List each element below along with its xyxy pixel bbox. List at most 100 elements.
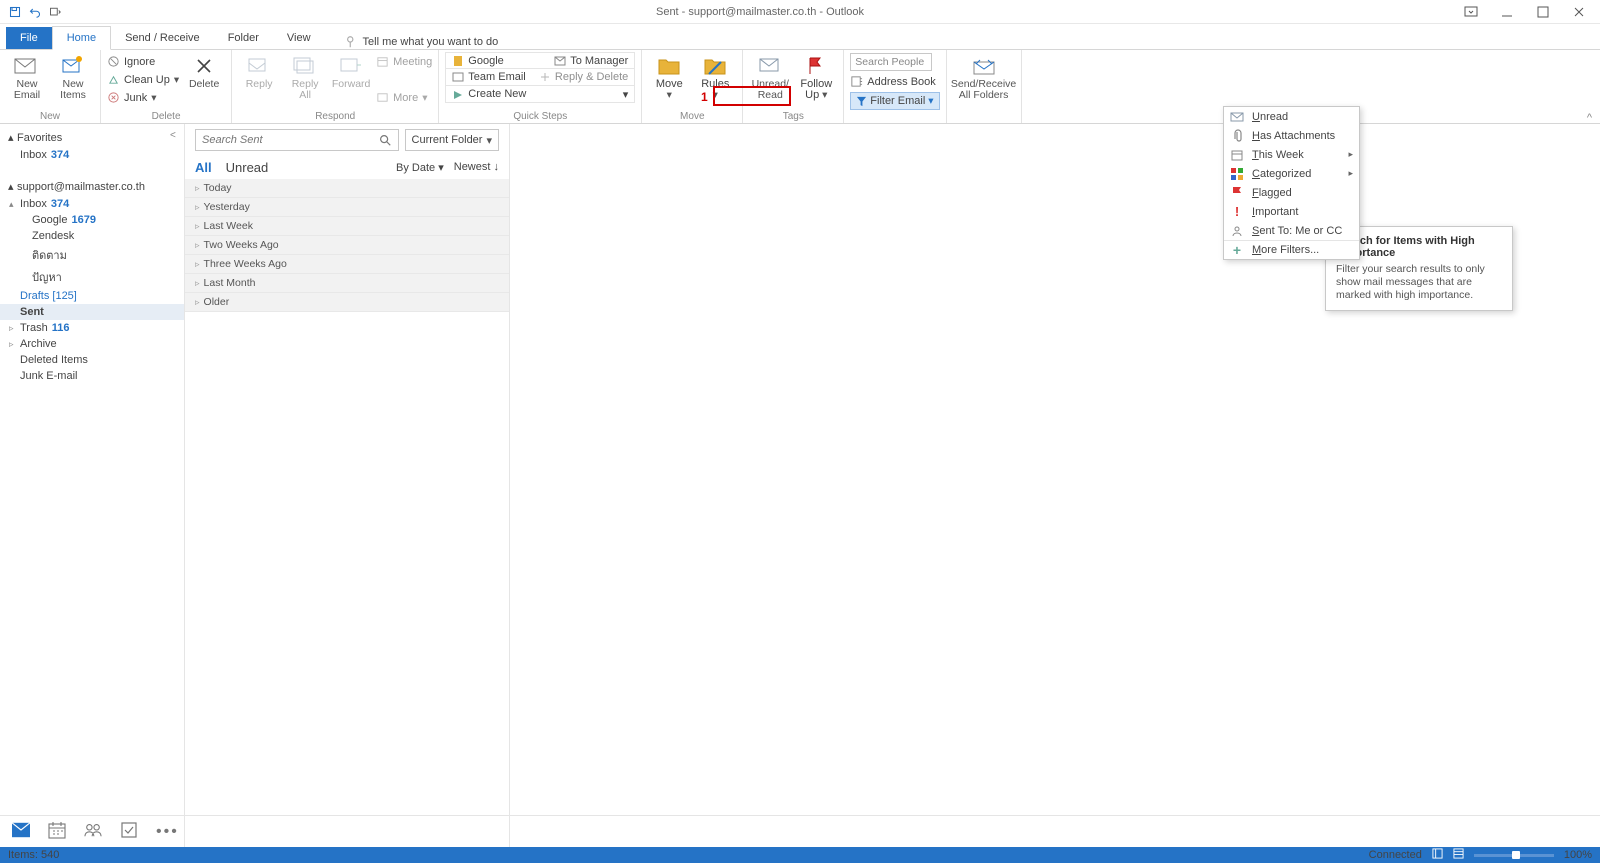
group-quick-steps: GoogleTo Manager Team EmailReply & Delet…: [439, 50, 642, 123]
bottom-nav: •••: [0, 815, 1600, 847]
nav-favorites[interactable]: ▴Favorites: [0, 128, 184, 147]
collapse-ribbon-icon[interactable]: ^: [1587, 112, 1592, 124]
nav-tasks-icon[interactable]: [120, 821, 138, 842]
annotation-number-1: 1: [701, 90, 708, 104]
minimize-icon[interactable]: [1500, 5, 1514, 19]
group-last-month[interactable]: Last Month: [185, 274, 509, 293]
filter-email-button[interactable]: Filter Email ▾: [850, 92, 939, 110]
group-find-label: [850, 110, 939, 123]
ignore-button[interactable]: Ignore: [107, 53, 179, 70]
filter-important-item[interactable]: !Important: [1224, 202, 1359, 221]
ribbon-display-icon[interactable]: [1464, 5, 1478, 19]
quick-access-toolbar: [0, 5, 70, 19]
search-box[interactable]: [195, 129, 399, 151]
nav-zendesk[interactable]: Zendesk: [0, 228, 184, 244]
sort-by-date[interactable]: By Date ▾: [396, 161, 444, 174]
address-book-button[interactable]: Address Book: [850, 73, 939, 90]
tell-me-search[interactable]: Tell me what you want to do: [345, 35, 499, 49]
message-list-pane: Current Folder ▾ All Unread By Date ▾ Ne…: [185, 124, 510, 847]
group-three-weeks[interactable]: Three Weeks Ago: [185, 255, 509, 274]
group-respond: Reply Reply All Forward Meeting More ▾ R…: [232, 50, 439, 123]
tab-send-receive[interactable]: Send / Receive: [111, 27, 214, 49]
nav-calendar-icon[interactable]: [48, 821, 66, 842]
send-receive-all-button[interactable]: Send/Receive All Folders: [953, 52, 1015, 101]
reading-pane: UUnreadnread Has Attachments This Week▸ …: [510, 124, 1600, 847]
nav-sent[interactable]: Sent: [0, 304, 184, 320]
follow-up-button[interactable]: Follow Up ▾: [795, 52, 837, 101]
filter-all[interactable]: All: [195, 160, 212, 175]
qs-team-email[interactable]: Team EmailReply & Delete: [445, 69, 635, 86]
filter-unread-item[interactable]: UUnreadnread: [1224, 107, 1359, 126]
qs-create-new[interactable]: Create New▾: [445, 86, 635, 103]
group-last-week[interactable]: Last Week: [185, 217, 509, 236]
ribbon: New Email New Items New Ignore Clean Up …: [0, 50, 1600, 124]
nav-account[interactable]: ▴support@mailmaster.co.th: [0, 177, 184, 196]
undo-icon[interactable]: [28, 5, 42, 19]
reply-all-button[interactable]: Reply All: [284, 52, 326, 101]
group-today[interactable]: Today: [185, 179, 509, 198]
clean-up-button[interactable]: Clean Up ▾: [107, 71, 179, 88]
nav-google[interactable]: Google1679: [0, 212, 184, 228]
tab-view[interactable]: View: [273, 27, 325, 49]
group-tags-label: Tags: [749, 110, 837, 123]
group-sr-label: [953, 110, 1015, 123]
group-qs-label: Quick Steps: [445, 110, 635, 123]
nav-th1[interactable]: ติดตาม: [0, 244, 184, 266]
search-scope-button[interactable]: Current Folder ▾: [405, 129, 499, 151]
nav-archive[interactable]: ▹Archive: [0, 336, 184, 352]
status-bar: Items: 540 Connected 100%: [0, 847, 1600, 863]
filter-unread[interactable]: Unread: [226, 160, 269, 175]
zoom-level[interactable]: 100%: [1564, 849, 1592, 861]
meeting-button[interactable]: Meeting: [376, 53, 432, 70]
nav-junk[interactable]: Junk E-mail: [0, 368, 184, 384]
group-older[interactable]: Older: [185, 293, 509, 312]
forward-button[interactable]: Forward: [330, 52, 372, 90]
tab-folder[interactable]: Folder: [214, 27, 273, 49]
junk-button[interactable]: Junk ▾: [107, 89, 179, 106]
tab-file[interactable]: File: [6, 27, 52, 49]
nav-fav-inbox[interactable]: Inbox374: [0, 147, 184, 163]
filter-sent-to-item[interactable]: Sent To: Me or CC: [1224, 221, 1359, 240]
nav-deleted[interactable]: Deleted Items: [0, 352, 184, 368]
nav-drafts[interactable]: Drafts [125]: [0, 288, 184, 304]
group-yesterday[interactable]: Yesterday: [185, 198, 509, 217]
tab-home[interactable]: Home: [52, 26, 111, 50]
new-email-button[interactable]: New Email: [6, 52, 48, 101]
nav-th2[interactable]: ปัญหา: [0, 266, 184, 288]
save-icon[interactable]: [8, 5, 22, 19]
filter-this-week-item[interactable]: This Week▸: [1224, 145, 1359, 164]
delete-button[interactable]: Delete: [183, 52, 225, 90]
filter-flagged-item[interactable]: Flagged: [1224, 183, 1359, 202]
search-input[interactable]: [202, 134, 378, 146]
nav-mail-icon[interactable]: [12, 821, 30, 842]
nav-people-icon[interactable]: [84, 821, 102, 842]
view-reading-icon[interactable]: [1453, 848, 1464, 862]
status-items: Items: 540: [8, 849, 59, 861]
qs-google[interactable]: GoogleTo Manager: [445, 52, 635, 69]
qat-more-icon[interactable]: [48, 5, 62, 19]
group-move-label: Move: [648, 110, 736, 123]
move-button[interactable]: Move▾: [648, 52, 690, 101]
tooltip-title: Search for Items with High Importance: [1336, 235, 1502, 259]
filter-attachments-item[interactable]: Has Attachments: [1224, 126, 1359, 145]
group-respond-label: Respond: [238, 110, 432, 123]
nav-trash[interactable]: ▹Trash116: [0, 320, 184, 336]
tell-me-label: Tell me what you want to do: [363, 36, 499, 48]
nav-collapse-icon[interactable]: <: [170, 130, 176, 141]
new-items-button[interactable]: New Items: [52, 52, 94, 101]
sort-newest[interactable]: Newest ↓: [454, 161, 499, 174]
maximize-icon[interactable]: [1536, 5, 1550, 19]
ribbon-tabs: File Home Send / Receive Folder View Tel…: [0, 24, 1600, 50]
more-respond-button[interactable]: More ▾: [376, 89, 432, 106]
nav-inbox[interactable]: ▴Inbox374: [0, 196, 184, 212]
search-people-input[interactable]: Search People: [850, 53, 932, 71]
reply-button[interactable]: Reply: [238, 52, 280, 90]
status-connected: Connected: [1369, 849, 1422, 861]
filter-categorized-item[interactable]: Categorized▸: [1224, 164, 1359, 183]
close-icon[interactable]: [1572, 5, 1586, 19]
view-normal-icon[interactable]: [1432, 848, 1443, 862]
nav-more-icon[interactable]: •••: [156, 823, 179, 841]
group-two-weeks[interactable]: Two Weeks Ago: [185, 236, 509, 255]
group-find: Search People Address Book Filter Email …: [844, 50, 946, 123]
filter-more-item[interactable]: +More Filters...: [1224, 240, 1359, 259]
